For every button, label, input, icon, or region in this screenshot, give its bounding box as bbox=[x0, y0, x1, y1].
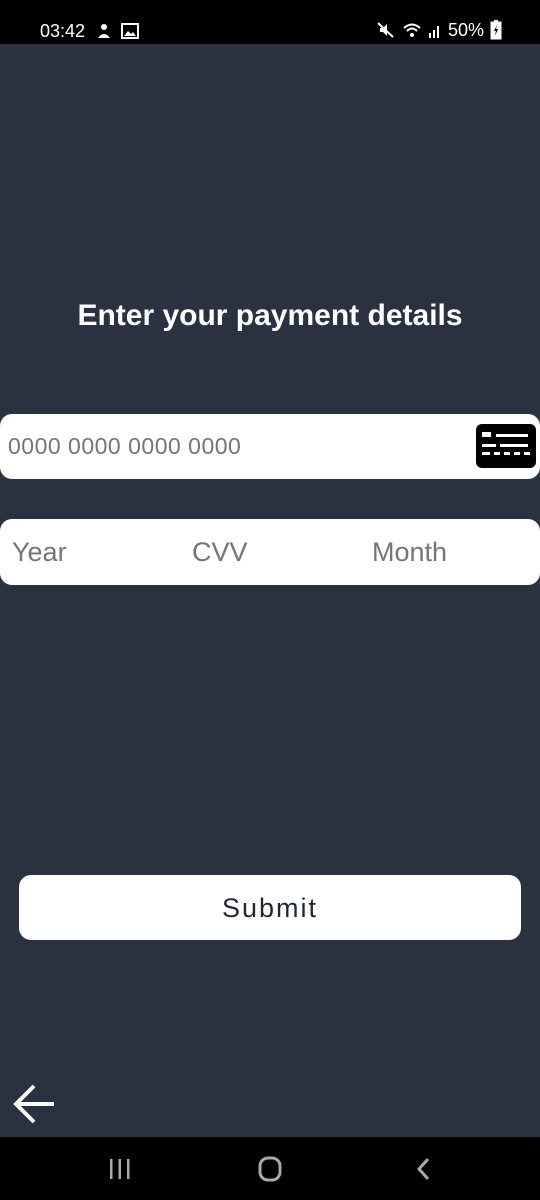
page-title: Enter your payment details bbox=[77, 299, 463, 332]
submit-button[interactable]: Submit bbox=[19, 875, 521, 940]
card-number-field bbox=[0, 414, 540, 479]
battery-percentage: 50% bbox=[447, 20, 484, 40]
battery-icon bbox=[490, 20, 502, 40]
expiry-cvv-row bbox=[0, 519, 540, 585]
status-time: 03:42 bbox=[40, 21, 86, 41]
signal-icon bbox=[428, 26, 439, 38]
home-icon[interactable] bbox=[250, 1151, 290, 1187]
credit-card-icon bbox=[476, 424, 536, 468]
status-left-icons bbox=[95, 22, 139, 40]
mute-icon bbox=[377, 22, 394, 38]
status-right-icons: 50% bbox=[376, 20, 502, 40]
notification-icon bbox=[98, 24, 110, 38]
status-bar: 03:42 50% bbox=[0, 0, 540, 44]
navigation-bar bbox=[0, 1137, 540, 1200]
cvv-input[interactable] bbox=[192, 519, 352, 585]
wifi-icon bbox=[403, 23, 421, 37]
back-icon[interactable] bbox=[404, 1151, 444, 1187]
year-input[interactable] bbox=[12, 519, 172, 585]
payment-screen: 03:42 50% Enter your payment details 000… bbox=[0, 0, 540, 1200]
card-number-input[interactable] bbox=[8, 414, 448, 479]
image-icon bbox=[121, 23, 139, 39]
recents-icon[interactable] bbox=[100, 1151, 140, 1187]
month-input[interactable] bbox=[372, 519, 532, 585]
back-arrow-icon[interactable] bbox=[10, 1082, 56, 1126]
